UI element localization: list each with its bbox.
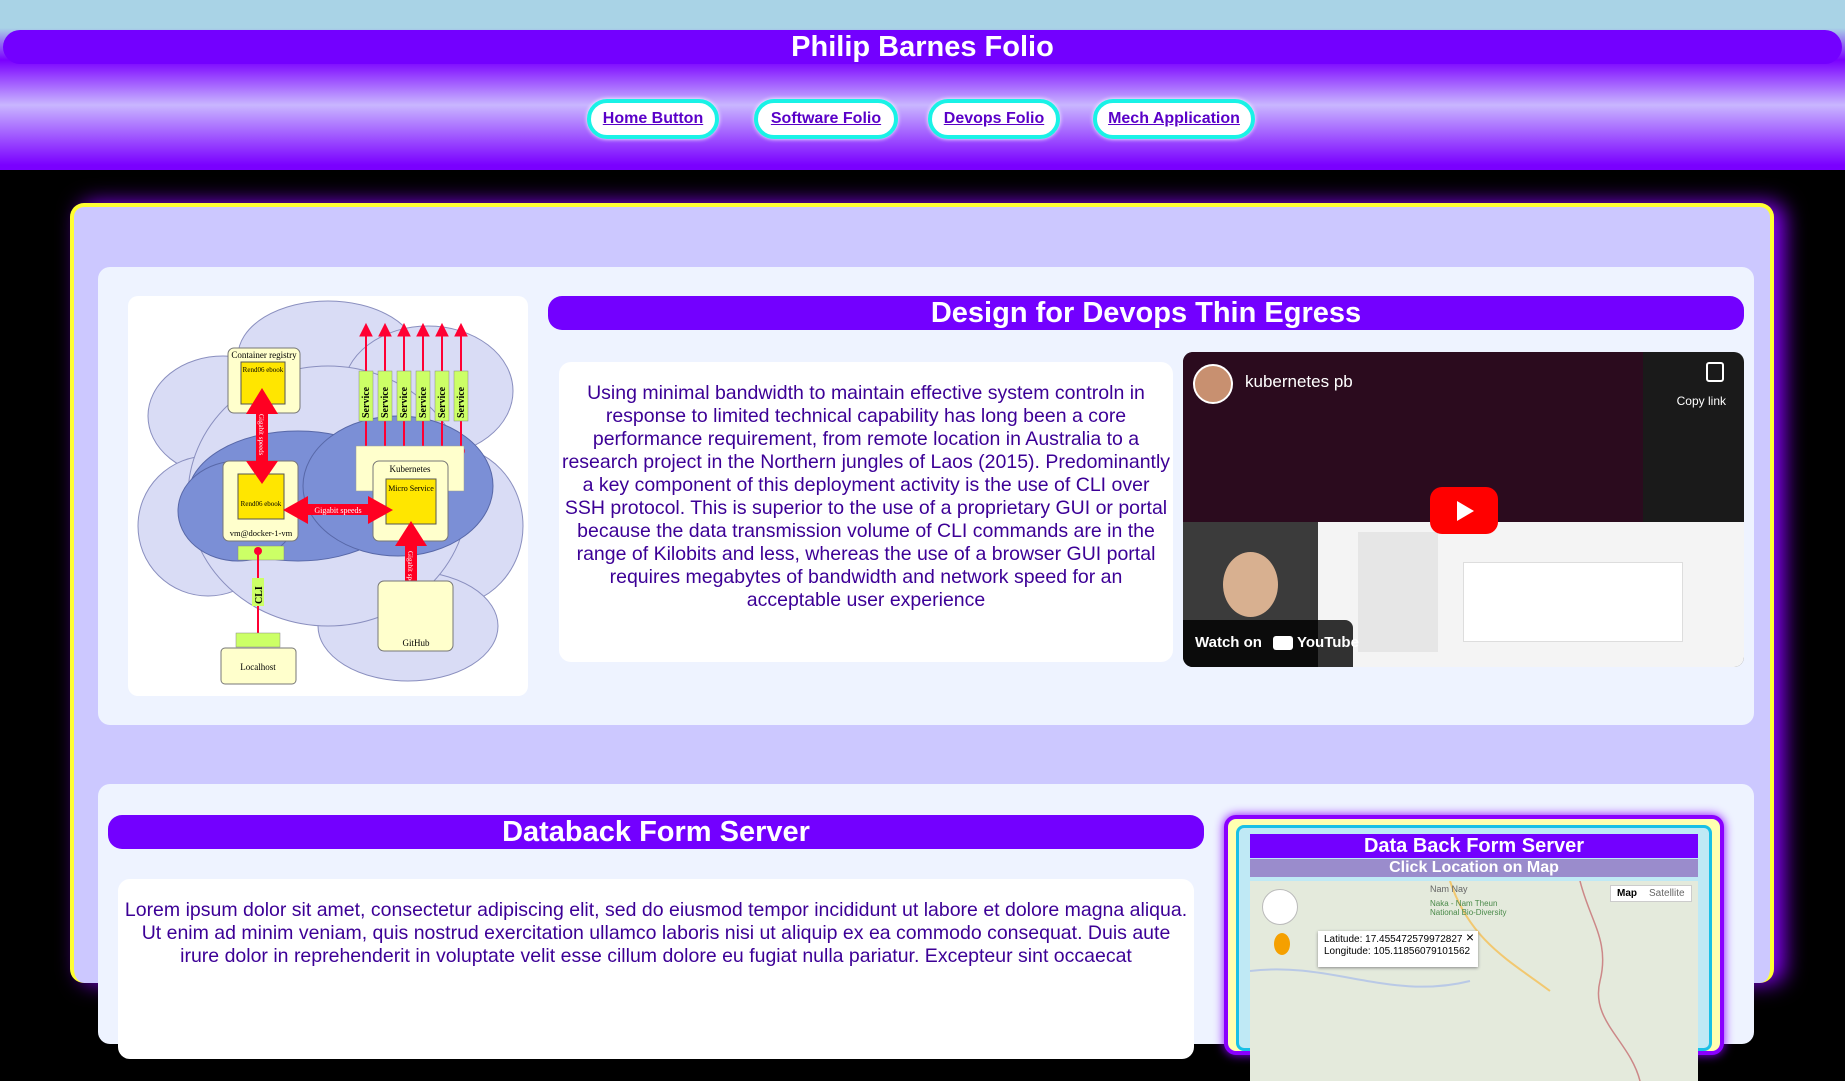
- map-pan-control-icon[interactable]: [1262, 889, 1298, 925]
- service-label-4: Service: [418, 386, 429, 418]
- youtube-label: YouTube: [1297, 634, 1359, 651]
- channel-avatar[interactable]: [1193, 364, 1233, 404]
- gigabit-label: Gigabit speeds: [314, 506, 361, 515]
- section-title-devops: Design for Devops Thin Egress: [548, 296, 1744, 330]
- longitude-value: Longitude: 105.11856079101562: [1324, 946, 1471, 957]
- vm-label: vm@docker-1-vm: [230, 528, 293, 538]
- copy-link-icon[interactable]: [1706, 362, 1724, 382]
- devops-description: Using minimal bandwidth to maintain effe…: [559, 362, 1173, 662]
- map-type-map-button[interactable]: Map: [1611, 886, 1643, 901]
- architecture-diagram: Service Service Service Service Service …: [128, 296, 528, 696]
- youtube-logo-icon: [1273, 636, 1293, 650]
- site-title: Philip Barnes Folio: [3, 30, 1842, 64]
- devops-card: Service Service Service Service Service …: [98, 267, 1754, 725]
- watch-on-youtube-link[interactable]: Watch on YouTube: [1183, 620, 1359, 667]
- nav-devops-folio-button[interactable]: Devops Folio: [928, 99, 1060, 139]
- databack-card: Databack Form Server Lorem ipsum dolor s…: [98, 784, 1754, 1081]
- nav-home-button[interactable]: Home Button: [587, 99, 719, 139]
- service-label-5: Service: [437, 386, 448, 418]
- nav-mech-application-button[interactable]: Mech Application: [1093, 99, 1255, 139]
- service-label-6: Service: [456, 386, 467, 418]
- watch-on-label: Watch on: [1195, 634, 1262, 651]
- databack-description: Lorem ipsum dolor sit amet, consectetur …: [118, 879, 1194, 1059]
- service-label-1: Service: [361, 386, 372, 418]
- content-panel: Service Service Service Service Service …: [70, 203, 1774, 1081]
- play-button[interactable]: [1430, 487, 1498, 534]
- video-portal-frame: [1318, 522, 1744, 667]
- registry-label: Container registry: [231, 350, 297, 360]
- section-title-databack: Databack Form Server: [108, 815, 1204, 849]
- map-place-label: Nam Nay: [1430, 884, 1468, 894]
- map-widget: Data Back Form Server Click Location on …: [1224, 815, 1724, 1081]
- map-park-label: Naka - Nam Theun National Bio-Diversity: [1430, 899, 1507, 917]
- gigabit-vertical-label: Gigabit speeds: [257, 414, 265, 456]
- service-label-2: Service: [380, 386, 391, 418]
- map-inner-frame: Data Back Form Server Click Location on …: [1236, 825, 1712, 1081]
- map-marker-icon[interactable]: [1274, 933, 1290, 955]
- github-label: GitHub: [403, 638, 431, 648]
- micro-service-label: Micro Service: [388, 484, 434, 493]
- map-widget-title: Data Back Form Server: [1250, 834, 1698, 858]
- service-label-3: Service: [399, 386, 410, 418]
- map-type-satellite-button[interactable]: Satellite: [1643, 886, 1691, 901]
- copy-link-label[interactable]: Copy link: [1677, 394, 1726, 408]
- map-type-control: Map Satellite: [1610, 885, 1692, 902]
- info-close-icon[interactable]: ×: [1466, 930, 1474, 944]
- kubernetes-label: Kubernetes: [390, 464, 431, 474]
- registry-item-label: Rend06 ebook: [243, 366, 284, 374]
- video-title[interactable]: kubernetes pb: [1245, 372, 1353, 392]
- localhost-label: Localhost: [240, 662, 276, 672]
- google-map[interactable]: Map Satellite Nam Nay Naka - Nam Theun Na…: [1250, 881, 1698, 1081]
- nav-software-folio-button[interactable]: Software Folio: [754, 99, 898, 139]
- cli-label: CLI: [254, 586, 265, 604]
- vm-item-label: Rend06 ebook: [241, 500, 282, 508]
- map-info-window: Latitude: 17.455472579972827 Longitude: …: [1318, 930, 1478, 967]
- youtube-video-embed[interactable]: kubernetes pb Copy link Watch on YouTube: [1183, 352, 1744, 667]
- map-widget-subtitle: Click Location on Map: [1250, 859, 1698, 877]
- latitude-value: Latitude: 17.455472579972827: [1324, 934, 1463, 945]
- header: [0, 0, 1845, 170]
